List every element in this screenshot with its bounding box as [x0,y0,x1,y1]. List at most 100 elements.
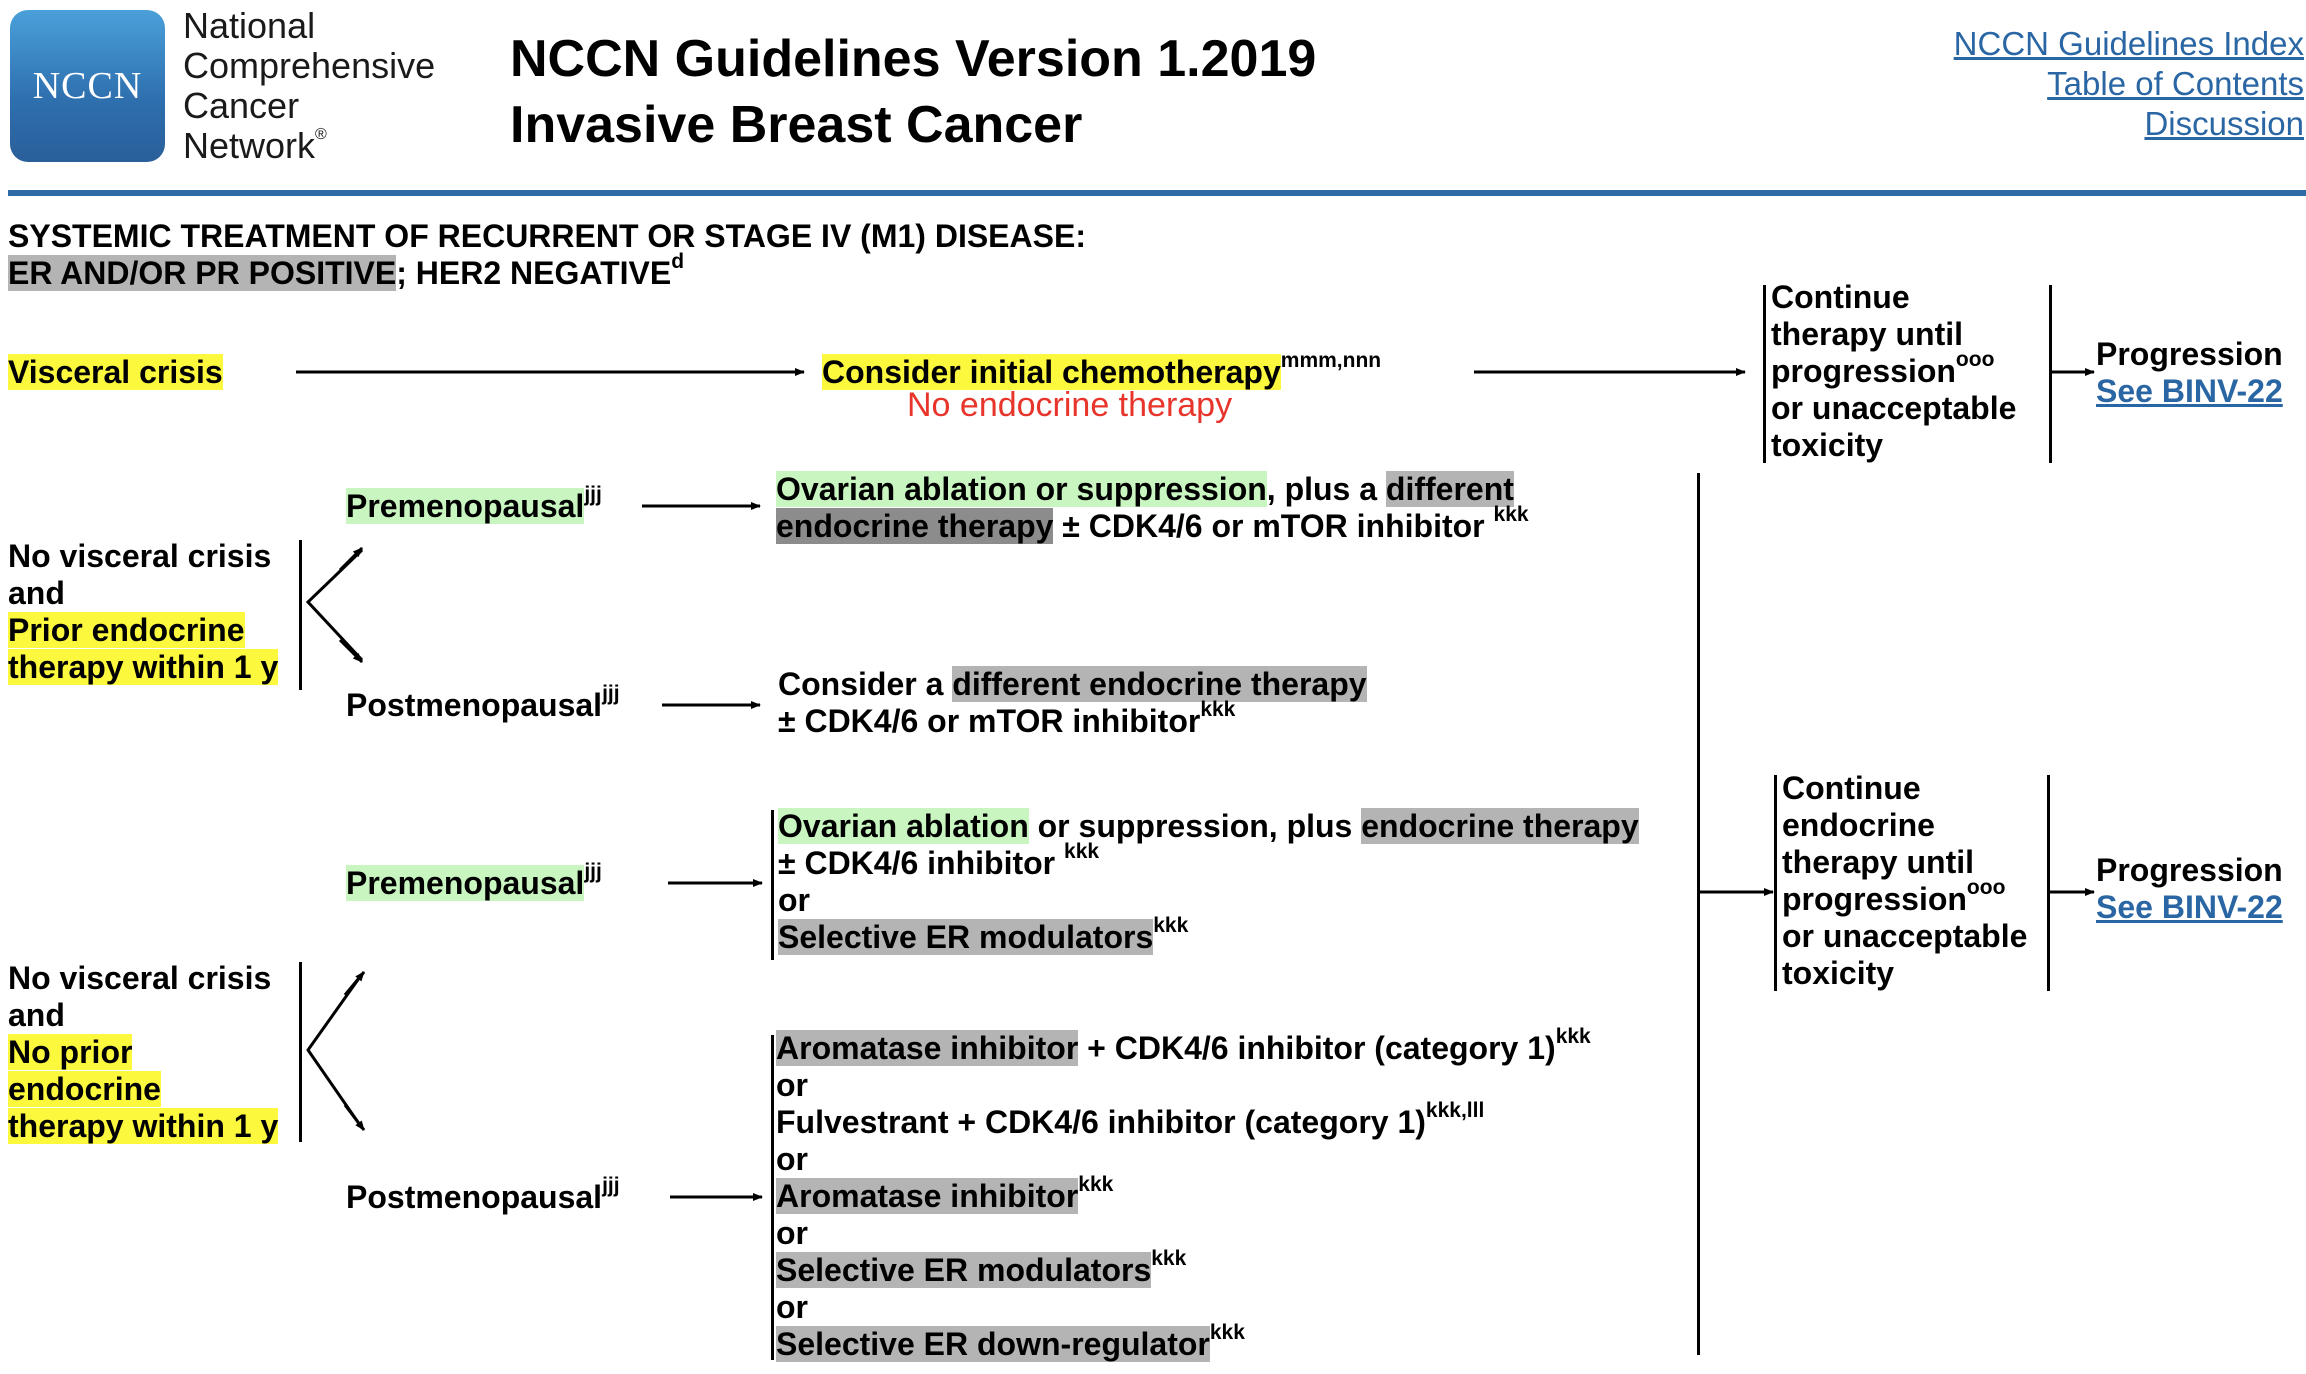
serm-highlight: Selective ER modulators [778,919,1154,955]
option-highlight: Selective ER modulators [776,1252,1152,1288]
condition-line-highlight: therapy within 1 y [8,649,279,685]
continue-line: or unacceptable [1782,918,2028,954]
no-endocrine-note: No endocrine therapy [907,386,1233,424]
her2-status: ; HER2 NEGATIVE [396,255,672,291]
bracket-noprior-post [771,1035,774,1360]
continue-endocrine-node: Continue endocrine therapy until progres… [1782,770,2027,992]
condition-line-highlight: No prior [8,1034,133,1070]
noprior-postmenopausal-treatment: Aromatase inhibitor + CDK4/6 inhibitor (… [776,1026,1591,1363]
org-line: Network® [183,126,435,166]
condition-line-highlight: Prior endocrine [8,612,245,648]
option-highlight: Selective ER down-regulator [776,1326,1210,1362]
org-line: Comprehensive [183,45,436,86]
or-connector: or [776,1289,808,1325]
condition-line: and [8,575,65,611]
condition-line: and [8,997,65,1033]
condition-line-highlight: therapy within 1 y [8,1108,279,1144]
branch-noprior [306,973,364,1129]
endocrine-therapy-highlight: endocrine therapy [1361,808,1639,844]
progression-label: Progression [2096,336,2283,372]
discussion-link[interactable]: Discussion [2144,105,2304,142]
different-highlight: different [1385,471,1514,507]
bracket-continue-right [2049,285,2052,463]
treatment-option: Aromatase inhibitor + CDK4/6 inhibitor (… [776,1026,1591,1067]
bracket-noprior-condition [299,962,302,1142]
continue-line: progressionooo [1771,349,2016,390]
arrow-noprior-pre [343,971,366,996]
bracket-prior-condition [299,540,302,690]
no-prior-endocrine-condition: No visceral crisis and No prior endocrin… [8,960,279,1145]
visceral-crisis-label: Visceral crisis [8,354,223,390]
progression-node-2: Progression See BINV-22 [2096,852,2283,926]
continue-therapy-node: Continue therapy until progressionooo or… [1771,279,2016,464]
noprior-postmenopausal-node: Postmenopausaljjj [346,1175,620,1216]
premenopausal-label: Premenopausal [346,865,585,901]
footnote-ref: ooo [1966,876,2006,900]
receptor-status-highlight: ER AND/OR PR POSITIVE [8,255,397,291]
condition-line: No visceral crisis [8,538,272,574]
logo-mark: NCCN [32,65,143,107]
section-heading-line2: ER AND/OR PR POSITIVE; HER2 NEGATIVEd [8,251,1086,292]
footnote-ref: d [671,250,685,274]
org-line-text: Network [183,125,316,166]
section-heading: SYSTEMIC TREATMENT OF RECURRENT OR STAGE… [8,218,1086,292]
treatment-text: , plus a [1266,471,1386,507]
footnote-ref: kkk [1064,840,1100,864]
footnote-ref: jjj [602,682,620,706]
bracket-continue2-right [2047,775,2050,991]
prior-premenopausal-treatment: Ovarian ablation or suppression, plus a … [776,471,1529,545]
continue-line: Continue [1771,279,1910,315]
noprior-premenopausal-treatment: Ovarian ablation or suppression, plus en… [778,808,1639,956]
bracket-merge [1697,473,1700,1355]
premenopausal-label: Premenopausal [346,488,585,524]
chemo-label: Consider initial chemotherapy [822,354,1281,390]
prior-premenopausal-node: Premenopausaljjj [346,484,602,525]
bracket-noprior-pre [771,810,774,960]
guidelines-index-link[interactable]: NCCN Guidelines Index [1954,25,2304,62]
option-text: Fulvestrant + CDK4/6 inhibitor (category… [776,1104,1426,1140]
table-of-contents-link[interactable]: Table of Contents [2047,65,2304,102]
treatment-option: Selective ER down-regulatorkkk [776,1322,1591,1363]
title-line-topic: Invasive Breast Cancer [510,96,1083,154]
page-title: NCCN Guidelines Version 1.2019 Invasive … [510,26,1316,158]
prior-postmenopausal-treatment: Consider a different endocrine therapy ±… [778,666,1367,740]
org-line: Cancer [183,85,300,126]
option-highlight: Aromatase inhibitor [776,1178,1079,1214]
visceral-crisis-node: Visceral crisis [8,354,223,391]
footnote-ref: jjj [584,860,602,884]
footnote-ref: kkk [1200,698,1236,722]
or-connector: or [776,1141,808,1177]
prior-postmenopausal-node: Postmenopausaljjj [346,683,620,724]
branch-prior [305,548,364,662]
section-heading-line1: SYSTEMIC TREATMENT OF RECURRENT OR STAGE… [8,218,1086,254]
different-endocrine-highlight: different endocrine therapy [952,666,1367,702]
progression-node: Progression See BINV-22 [2096,336,2283,410]
treatment-option: Aromatase inhibitorkkk [776,1174,1591,1215]
arrow-prior-post [338,638,364,664]
see-binv-22-link[interactable]: See BINV-22 [2096,373,2283,409]
footnote-ref: kkk [1555,1025,1591,1049]
footnote-ref: kkk [1493,503,1529,527]
arrow-noprior-post [343,1104,366,1131]
bracket-continue2-left [1774,775,1777,991]
treatment-text: ± CDK4/6 inhibitor [778,845,1065,881]
treatment-text: Consider a [778,666,953,702]
postmenopausal-label: Postmenopausal [346,1179,603,1215]
continue-line-text: progression [1771,353,1956,389]
registered-mark: ® [315,126,327,143]
continue-line: Continue [1782,770,1921,806]
continue-line: progressionooo [1782,877,2027,918]
condition-line: No visceral crisis [8,960,272,996]
footnote-ref: ooo [1955,348,1995,372]
footnote-ref: kkk [1153,914,1189,938]
header-nav: NCCN Guidelines Index Table of Contents … [1954,24,2304,144]
treatment-text: or suppression, plus [1028,808,1362,844]
footnote-ref: mmm,nnn [1280,349,1382,373]
treatment-text: ± CDK4/6 or mTOR inhibitor [778,703,1201,739]
option-text: + CDK4/6 inhibitor (category 1) [1078,1030,1556,1066]
treatment-text: ± CDK4/6 or mTOR inhibitor [1053,508,1494,544]
noprior-premenopausal-node: Premenopausaljjj [346,861,602,902]
see-binv-22-link[interactable]: See BINV-22 [2096,889,2283,925]
arrow-prior-pre [338,546,364,572]
footnote-ref: jjj [584,483,602,507]
